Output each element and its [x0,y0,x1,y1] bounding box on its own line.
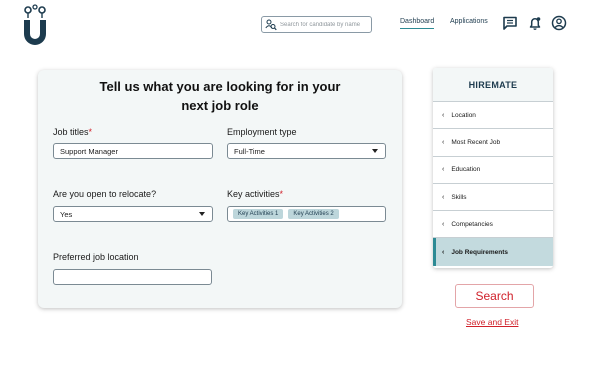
relocate-label: Are you open to relocate? [53,189,157,199]
chevron-left-icon: ‹ [442,111,445,119]
sidebar-item-label: Education [451,166,481,174]
key-activity-chip[interactable]: Key Activities 2 [288,209,339,219]
employment-type-label: Employment type [227,127,297,137]
sidebar-item-skills[interactable]: ‹ Skills [433,184,553,212]
sidebar-item-label: Job Requirements [451,248,509,256]
profile-icon[interactable] [551,15,567,31]
search-input[interactable] [280,21,371,28]
job-preferences-card: Tell us what you are looking for in your… [38,70,402,308]
search-button[interactable]: Search [455,284,534,308]
nav-dashboard[interactable]: Dashboard [400,18,435,29]
chevron-left-icon: ‹ [442,248,445,256]
form-title: Tell us what you are looking for in your… [38,77,402,115]
magnet-logo-icon[interactable] [22,4,48,46]
employment-type-value: Full-Time [234,146,265,156]
chevron-left-icon: ‹ [442,220,445,228]
chevron-left-icon: ‹ [442,138,445,146]
relocate-value: Yes [60,209,73,219]
sidebar-item-label: Most Recent Job [451,138,501,146]
sidebar-item-label: Location [451,111,476,119]
key-activity-chip[interactable]: Key Activities 1 [233,209,284,219]
form-title-line2: next job role [181,98,259,113]
save-and-exit-link[interactable]: Save and Exit [466,317,518,327]
bell-icon[interactable] [527,15,543,31]
form-title-line1: Tell us what you are looking for in your [99,79,341,94]
key-activities-label: Key activities* [227,189,284,199]
employment-type-select[interactable]: Full-Time [227,143,386,159]
job-titles-label: Job titles* [53,127,93,137]
chevron-left-icon: ‹ [442,193,445,201]
chevron-down-icon [199,212,205,216]
nav-applications[interactable]: Applications [450,18,488,25]
job-titles-input[interactable]: Support Manager [53,143,213,159]
sidebar-item-competancies[interactable]: ‹ Competancies [433,211,553,239]
sidebar-item-education[interactable]: ‹ Education [433,157,553,184]
sidebar-item-label: Skills [451,193,467,201]
sidebar-item-job-requirements[interactable]: ‹ Job Requirements [433,238,553,266]
sidebar-item-location[interactable]: ‹ Location [433,102,553,130]
chevron-left-icon: ‹ [442,166,445,174]
hiremate-steps-panel: HIREMATE ‹ Location ‹ Most Recent Job ‹ Edu… [433,68,553,268]
search-people-icon [265,19,277,30]
job-titles-value: Support Manager [60,146,118,156]
relocate-select[interactable]: Yes [53,206,213,222]
preferred-location-label: Preferred job location [53,252,139,262]
sidebar-title: HIREMATE [433,68,553,102]
message-icon[interactable] [502,15,518,31]
preferred-location-input[interactable] [53,269,212,285]
candidate-search-box[interactable] [261,16,372,33]
key-activities-input[interactable]: Key Activities 1 Key Activities 2 [227,206,386,222]
sidebar-item-label: Competancies [451,220,493,228]
sidebar-item-most-recent-job[interactable]: ‹ Most Recent Job [433,129,553,157]
chevron-down-icon [372,149,378,153]
